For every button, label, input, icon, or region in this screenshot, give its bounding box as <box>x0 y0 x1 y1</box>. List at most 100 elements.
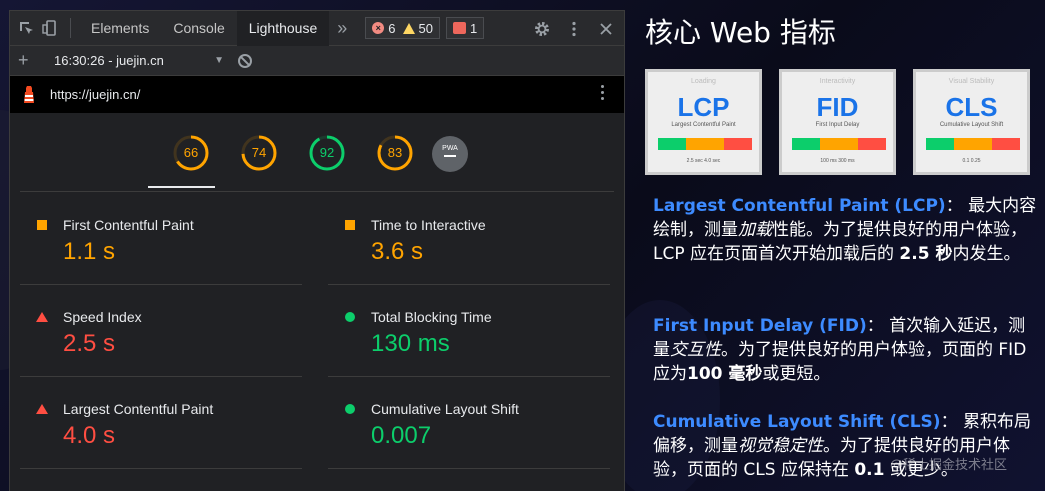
metric-value: 0.007 <box>371 422 432 449</box>
more-tabs-icon[interactable]: » <box>329 18 355 39</box>
pwa-badge[interactable]: PWA <box>432 136 468 172</box>
clear-reports-icon[interactable] <box>238 53 252 68</box>
metric-status-icon <box>36 312 48 322</box>
report-menu-icon[interactable] <box>601 85 604 100</box>
screenshot-root: Elements Console Lighthouse » × 6 50 1 +… <box>0 0 1045 491</box>
threshold-segment <box>686 138 724 150</box>
close-icon[interactable] <box>594 17 618 41</box>
metric-term: Cumulative Layout Shift (CLS) <box>653 412 941 432</box>
toolbar-divider <box>70 18 71 38</box>
metric-label: Time to Interactive <box>371 217 486 233</box>
score-value: 74 <box>251 145 267 160</box>
new-report-icon[interactable]: + <box>18 50 40 71</box>
thumbnail-kicker: Interactivity <box>819 78 856 85</box>
error-warning-counter[interactable]: × 6 50 <box>365 17 440 39</box>
colon-text: ： <box>940 412 958 432</box>
colon-text: ： <box>866 316 884 336</box>
thumbnail-name: Cumulative Layout Shift <box>939 122 1004 128</box>
warning-icon <box>402 22 415 34</box>
score-gauge[interactable]: 66 <box>172 134 210 172</box>
customize-menu-icon[interactable] <box>562 17 586 41</box>
score-gauge[interactable]: 92 <box>308 134 346 172</box>
metric-status-icon <box>345 312 355 322</box>
watermark-text: @稀土掘金技术社区 <box>890 458 1008 473</box>
threshold-ticks: 100 ms 300 ms <box>820 158 855 164</box>
metric-status-icon <box>37 220 47 230</box>
metric-status-icon <box>345 404 355 414</box>
threshold-text: 100 毫秒 <box>687 364 763 384</box>
toolbar-right-actions <box>530 11 618 46</box>
report-url-bar: https://juejin.cn/ <box>10 76 624 113</box>
threshold-segment <box>820 138 858 150</box>
devtools-panel: Elements Console Lighthouse » × 6 50 1 +… <box>9 10 625 491</box>
issues-icon <box>452 22 466 34</box>
report-selector[interactable]: 16:30:26 - juejin.cn ▼ <box>54 53 224 68</box>
score-value: 83 <box>387 145 403 160</box>
metric-thumbnail: Interactivity FID First Input Delay 100 ms … <box>779 69 896 175</box>
thumbnail-acronym: LCP <box>677 92 730 122</box>
threshold-segment <box>926 138 954 150</box>
error-icon: × <box>372 22 385 34</box>
score-gauge[interactable]: 83 <box>376 134 414 172</box>
report-url[interactable]: https://juejin.cn/ <box>50 87 140 102</box>
metric-status-icon <box>345 220 355 230</box>
threshold-ticks: 0.1 0.25 <box>962 158 981 164</box>
thumbnail-kicker: Visual Stability <box>948 78 995 85</box>
metric-description: First Input Delay (FID)： 首次输入延迟，测量交互性。为了… <box>653 314 1041 386</box>
metric-item: First Contentful Paint 1.1 s <box>20 193 302 285</box>
console-counts[interactable]: × 6 50 1 <box>365 17 485 39</box>
gear-icon[interactable] <box>530 17 554 41</box>
pwa-dash-icon <box>444 155 456 157</box>
description-text: 内发生。 <box>952 244 1021 264</box>
pwa-label: PWA <box>442 145 458 152</box>
tab-elements[interactable]: Elements <box>79 11 161 46</box>
threshold-text: 2.5 秒 <box>899 244 953 264</box>
thumbnail-kicker: Loading <box>691 78 716 85</box>
slide-title: 核心 Web 指标 <box>645 16 836 49</box>
metric-item: Largest Contentful Paint 4.0 s <box>20 377 302 469</box>
tab-lighthouse[interactable]: Lighthouse <box>236 10 330 46</box>
metric-item: Total Blocking Time 130 ms <box>328 285 610 377</box>
lighthouse-toolbar: + 16:30:26 - juejin.cn ▼ <box>10 46 624 76</box>
metric-term: First Input Delay (FID) <box>653 316 867 336</box>
error-count: 6 <box>388 20 396 36</box>
score-value: 66 <box>183 145 199 160</box>
threshold-bar <box>926 138 1020 150</box>
warning-count: 50 <box>418 20 433 36</box>
issues-count: 1 <box>469 20 478 36</box>
devtools-tabbar: Elements Console Lighthouse » × 6 50 1 <box>10 10 624 46</box>
metric-item: Cumulative Layout Shift 0.007 <box>328 377 610 469</box>
description-text: 或更短。 <box>762 364 831 384</box>
thumbnail-acronym: FID <box>816 92 859 122</box>
threshold-segment <box>858 138 886 150</box>
colon-text: ： <box>945 196 963 216</box>
metric-item: Time to Interactive 3.6 s <box>328 193 610 285</box>
threshold-segment <box>724 138 752 150</box>
metric-value: 4.0 s <box>63 422 116 449</box>
threshold-bar <box>792 138 886 150</box>
emphasis-text: 视觉稳定性 <box>738 436 823 456</box>
metric-thumbnail: Loading LCP Largest Contentful Paint 2.5 se… <box>645 69 762 175</box>
threshold-segment <box>792 138 820 150</box>
threshold-segment <box>992 138 1020 150</box>
tab-console[interactable]: Console <box>161 11 236 46</box>
metric-label: Cumulative Layout Shift <box>371 401 519 417</box>
metric-thumbnail: Visual Stability CLS Cumulative Layout Shi… <box>913 69 1030 175</box>
issues-counter[interactable]: 1 <box>445 17 485 39</box>
inspect-element-icon[interactable] <box>14 16 38 40</box>
metric-item: Speed Index 2.5 s <box>20 285 302 377</box>
metric-label: First Contentful Paint <box>63 217 194 233</box>
active-gauge-indicator <box>148 186 215 188</box>
threshold-bar <box>658 138 752 150</box>
device-toolbar-icon[interactable] <box>38 16 62 40</box>
metric-value: 2.5 s <box>63 330 116 357</box>
report-selector-label: 16:30:26 - juejin.cn <box>54 53 164 68</box>
threshold-text: 0.1 <box>854 460 885 480</box>
metric-label: Total Blocking Time <box>371 309 492 325</box>
score-gauge[interactable]: 74 <box>240 134 278 172</box>
thumbnail-name: Largest Contentful Paint <box>671 122 736 128</box>
threshold-ticks: 2.5 sec 4.0 sec <box>686 158 721 164</box>
gauge-divider <box>20 191 614 192</box>
metric-status-icon <box>36 404 48 414</box>
lighthouse-report: PWA 66 74 92 83 First Contentful Paint 1.1 s… <box>10 115 624 491</box>
